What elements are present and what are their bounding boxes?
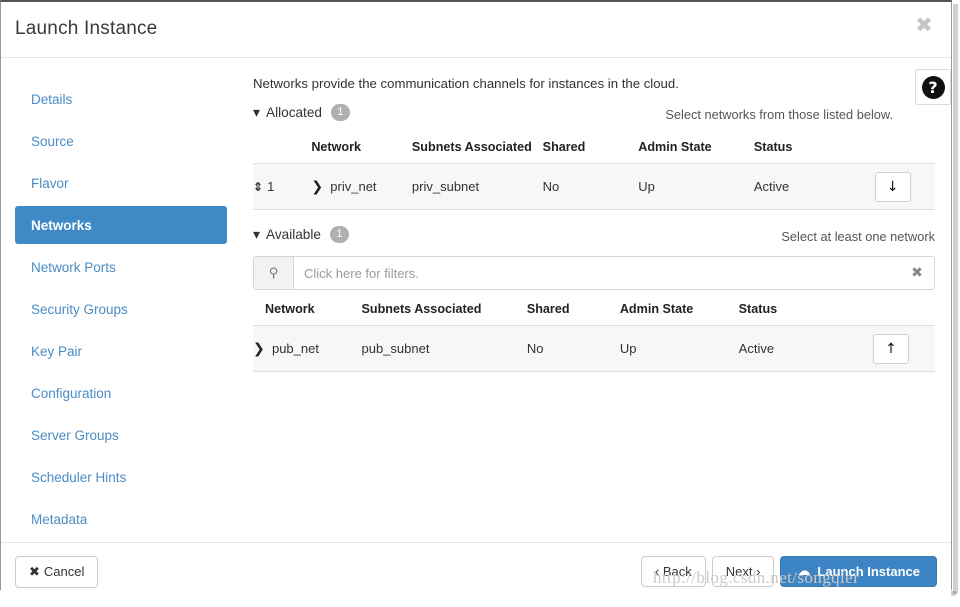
available-toggle[interactable]: ▾ Available 1 [253,226,349,243]
column-header-order [253,134,311,164]
footer-actions: ‹ Back Next › ☁ Launch Instance [640,556,937,587]
column-header-admin-state: Admin State [638,140,712,154]
row-subnets-cell: pub_subnet [361,325,527,372]
allocated-toggle[interactable]: ▾ Allocated 1 [253,104,350,121]
row-network-value: pub_net [271,340,319,356]
expand-row-icon[interactable]: ❯ [311,179,323,195]
sidebar-item-key-pair[interactable]: Key Pair [15,332,227,370]
table-header-row: Network Subnets Associated Shared Admin … [253,296,935,326]
row-order-value: 1 [267,179,275,194]
next-button[interactable]: Next › [711,556,775,587]
allocated-hint: Select networks from those listed below. [665,107,893,122]
column-header-shared: Shared [542,140,586,154]
sidebar-item-configuration[interactable]: Configuration [15,374,227,412]
column-header-network: Network [311,140,362,154]
sidebar-item-label: Security Groups [31,301,128,317]
sidebar-item-label: Network Ports [31,259,116,275]
row-network-cell: ❯ priv_net [311,163,412,210]
available-count-badge: 1 [329,226,349,243]
help-icon: ? [921,75,945,99]
row-action-cell: ↓ [874,163,935,210]
available-networks-table: Network Subnets Associated Shared Admin … [253,296,935,372]
sidebar-item-label: Configuration [31,385,112,401]
sidebar-item-label: Details [31,91,73,107]
column-header-action [873,296,935,326]
column-header-subnets: Subnets Associated [361,302,482,316]
arrow-up-icon[interactable]: ↑ [872,333,909,364]
close-icon: ✖ [29,565,40,580]
row-network-value: priv_net [330,178,377,194]
chevron-down-icon: ▾ [253,226,261,243]
sidebar-item-source[interactable]: Source [15,122,227,160]
allocated-label: Allocated [266,105,322,120]
row-shared-cell: No [526,325,620,372]
column-header-status: Status [738,302,778,316]
page-title: Launch Instance [15,18,158,39]
sidebar-item-label: Scheduler Hints [31,469,127,485]
sidebar-item-label: Server Groups [31,427,119,443]
row-status-cell: Active [738,325,873,372]
table-row: ❯ pub_net pub_subnet No Up Active ↑ [253,325,935,372]
step-description: Networks provide the communication chann… [253,76,679,91]
dialog-header: Launch Instance ✖ [1,2,951,58]
launch-instance-button[interactable]: ☁ Launch Instance [780,556,937,587]
table-row: ⇕ 1 ❯ priv_net priv_subnet No Up Active ↓ [253,163,935,210]
drag-handle-icon[interactable]: ⇕ [253,180,263,194]
launch-instance-dialog: Launch Instance ✖ Details Source Flavor … [0,0,952,607]
expand-row-icon[interactable]: ❯ [253,341,265,357]
networks-step-content: ? Networks provide the communication cha… [241,58,951,542]
sidebar-item-label: Networks [31,217,92,233]
launch-instance-label: Launch Instance [817,564,920,579]
sidebar-item-network-ports[interactable]: Network Ports [15,248,227,286]
filter-bar: ⚲ ✖ [253,256,935,290]
column-header-subnets: Subnets Associated [411,140,532,154]
available-hint: Select at least one network [781,229,935,244]
sidebar-item-details[interactable]: Details [15,80,227,118]
column-header-admin-state: Admin State [619,302,694,316]
back-button[interactable]: ‹ Back [640,556,706,587]
row-shared-cell: No [542,163,639,210]
sidebar-item-label: Metadata [31,511,88,527]
sidebar-item-server-groups[interactable]: Server Groups [15,416,227,454]
cancel-button[interactable]: ✖ Cancel [15,556,99,588]
row-admin-state-cell: Up [638,163,754,210]
sidebar-item-label: Flavor [31,175,69,191]
row-network-cell: ❯ pub_net [253,325,362,372]
close-icon[interactable]: ✖ [913,14,935,36]
allocated-count-badge: 1 [330,104,350,121]
wizard-sidebar: Details Source Flavor Networks Network P… [1,58,241,542]
sidebar-item-label: Source [31,133,74,149]
sidebar-item-security-groups[interactable]: Security Groups [15,290,227,328]
cloud-upload-icon: ☁ [797,564,811,579]
chevron-down-icon: ▾ [253,104,261,121]
clear-icon[interactable]: ✖ [900,257,934,289]
sidebar-item-label: Key Pair [31,343,83,359]
dialog-footer: ✖ Cancel ‹ Back Next › ☁ Launch Instance [1,543,951,607]
allocated-section-header: ▾ Allocated 1 Select networks from those… [253,104,935,128]
column-header-shared: Shared [526,302,570,316]
row-action-cell: ↑ [872,325,935,372]
sidebar-item-metadata[interactable]: Metadata [15,500,227,538]
available-label: Available [266,227,321,242]
sidebar-item-scheduler-hints[interactable]: Scheduler Hints [15,458,227,496]
available-section-header: ▾ Available 1 Select at least one networ… [253,226,935,250]
help-button[interactable]: ? [915,69,951,105]
column-header-status: Status [753,140,793,154]
modal-shadow-right [953,4,958,594]
search-icon[interactable]: ⚲ [254,257,294,289]
row-status-cell: Active [753,163,875,210]
allocated-networks-table: Network Subnets Associated Shared Admin … [253,134,935,210]
search-input[interactable] [294,257,900,289]
cancel-button-label: Cancel [43,564,85,579]
dialog-body: Details Source Flavor Networks Network P… [1,58,951,543]
arrow-down-icon[interactable]: ↓ [874,171,911,202]
row-admin-state-cell: Up [619,325,739,372]
table-header-row: Network Subnets Associated Shared Admin … [253,134,935,164]
column-header-action [875,134,935,164]
sidebar-item-flavor[interactable]: Flavor [15,164,227,202]
column-header-network: Network [265,302,315,316]
row-order-cell[interactable]: ⇕ 1 [253,163,312,210]
sidebar-item-networks[interactable]: Networks [15,206,227,244]
row-subnets-cell: priv_subnet [411,163,543,210]
